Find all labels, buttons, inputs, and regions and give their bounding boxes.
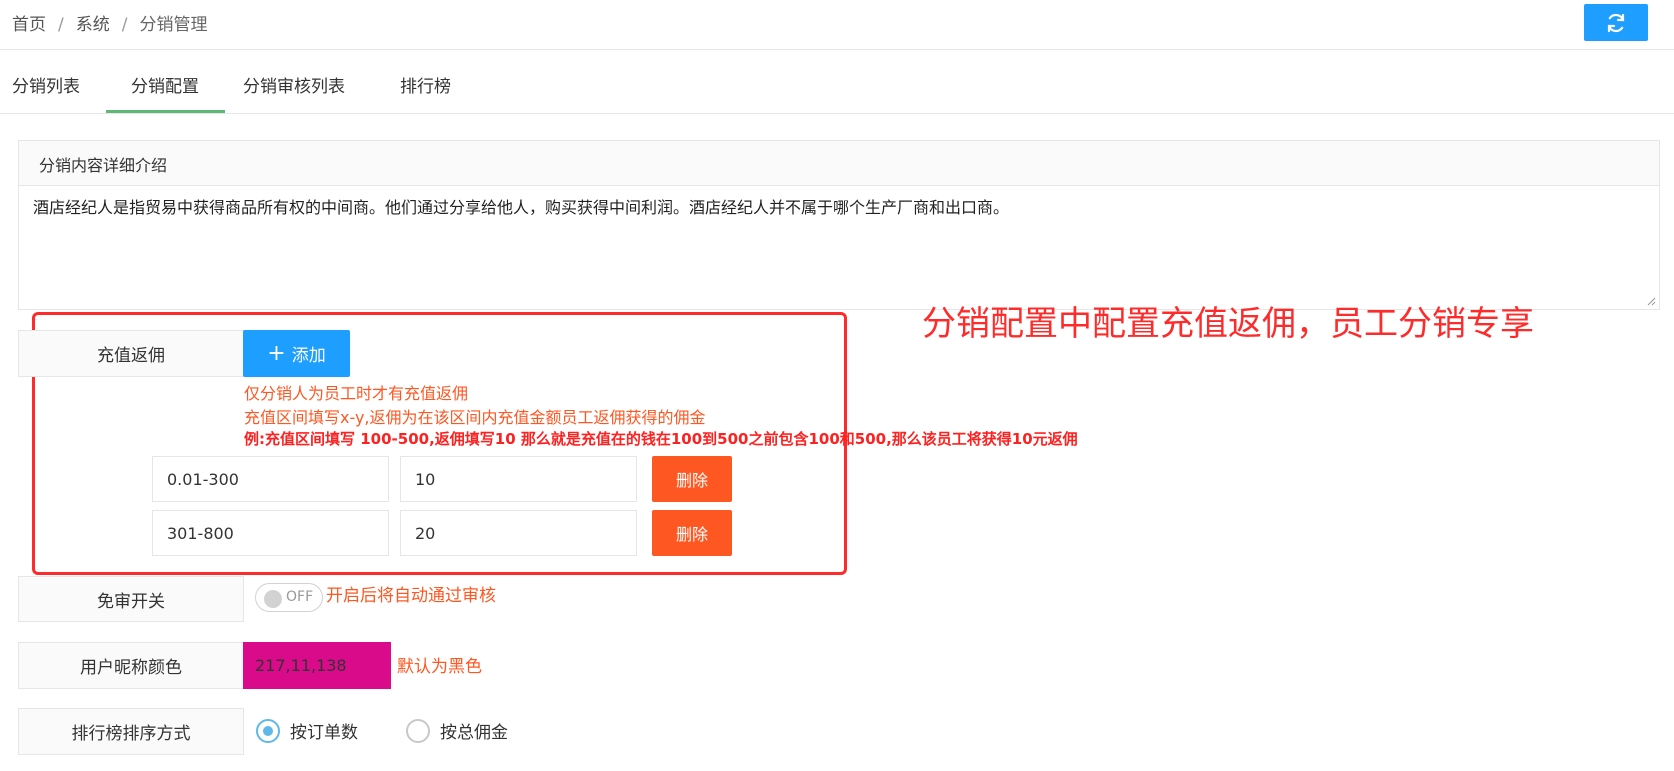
auto-approve-switch[interactable]: OFF — [255, 583, 323, 612]
range-input[interactable] — [152, 510, 389, 556]
nickname-color-value: 217,11,138 — [255, 656, 347, 675]
breadcrumb-current: 分销管理 — [139, 15, 208, 35]
commission-input[interactable] — [400, 510, 637, 556]
delete-rule-button[interactable]: 删除 — [652, 510, 732, 556]
breadcrumb-system[interactable]: 系统 — [76, 15, 110, 35]
recharge-commission-label: 充值返佣 — [18, 330, 244, 377]
annotation-note: 分销配置中配置充值返佣，员工分销专享 — [922, 304, 1534, 344]
tab-distribution-list[interactable]: 分销列表 — [12, 72, 80, 97]
refresh-icon — [1607, 13, 1625, 32]
tab-review-list[interactable]: 分销审核列表 — [243, 72, 345, 97]
plus-icon: + — [267, 340, 286, 366]
tab-distribution-config[interactable]: 分销配置 — [131, 72, 199, 97]
intro-title: 分销内容详细介绍 — [18, 140, 1660, 186]
add-rule-label: 添加 — [291, 346, 326, 366]
ranking-sort-label: 排行榜排序方式 — [18, 708, 244, 755]
radio-by-order-count[interactable]: 按订单数 — [256, 718, 358, 743]
auto-approve-label: 免审开关 — [18, 576, 244, 622]
auto-approve-tip: 开启后将自动通过审核 — [326, 586, 496, 606]
breadcrumb: 首页 / 系统 / 分销管理 — [12, 10, 207, 35]
intro-content: 酒店经纪人是指贸易中获得商品所有权的中间商。他们通过分享给他人，购买获得中间利润… — [33, 198, 1010, 217]
radio-by-total-commission[interactable]: 按总佣金 — [406, 718, 508, 743]
add-rule-button[interactable]: + 添加 — [243, 330, 350, 377]
nickname-color-tip: 默认为黑色 — [397, 657, 482, 677]
radio-label: 按订单数 — [290, 723, 358, 743]
breadcrumb-separator: / — [58, 15, 64, 35]
intro-textarea[interactable]: 酒店经纪人是指贸易中获得商品所有权的中间商。他们通过分享给他人，购买获得中间利润… — [18, 185, 1660, 310]
resize-handle-icon[interactable] — [1646, 296, 1656, 306]
recharge-tip-range: 充值区间填写x-y,返佣为在该区间内充值金额员工返佣获得的佣金 — [244, 408, 706, 427]
radio-unchecked-icon — [406, 718, 430, 743]
header-divider — [0, 49, 1674, 50]
delete-rule-button[interactable]: 删除 — [652, 456, 732, 502]
nickname-color-label: 用户昵称颜色 — [18, 642, 244, 689]
nickname-color-picker[interactable]: 217,11,138 — [243, 642, 391, 689]
switch-knob — [264, 590, 282, 608]
recharge-tip-employee: 仅分销人为员工时才有充值返佣 — [244, 384, 469, 403]
commission-input[interactable] — [400, 456, 637, 502]
radio-checked-icon — [256, 718, 280, 743]
tab-divider — [0, 113, 1674, 114]
range-input[interactable] — [152, 456, 389, 502]
breadcrumb-home[interactable]: 首页 — [12, 15, 46, 35]
breadcrumb-separator: / — [121, 15, 128, 35]
recharge-example: 例:充值区间填写 100-500,返佣填写10 那么就是充值在的钱在100到50… — [244, 430, 1078, 448]
tab-ranking[interactable]: 排行榜 — [400, 72, 451, 97]
switch-state: OFF — [286, 589, 314, 605]
radio-label: 按总佣金 — [440, 723, 508, 743]
refresh-button[interactable] — [1584, 4, 1648, 41]
